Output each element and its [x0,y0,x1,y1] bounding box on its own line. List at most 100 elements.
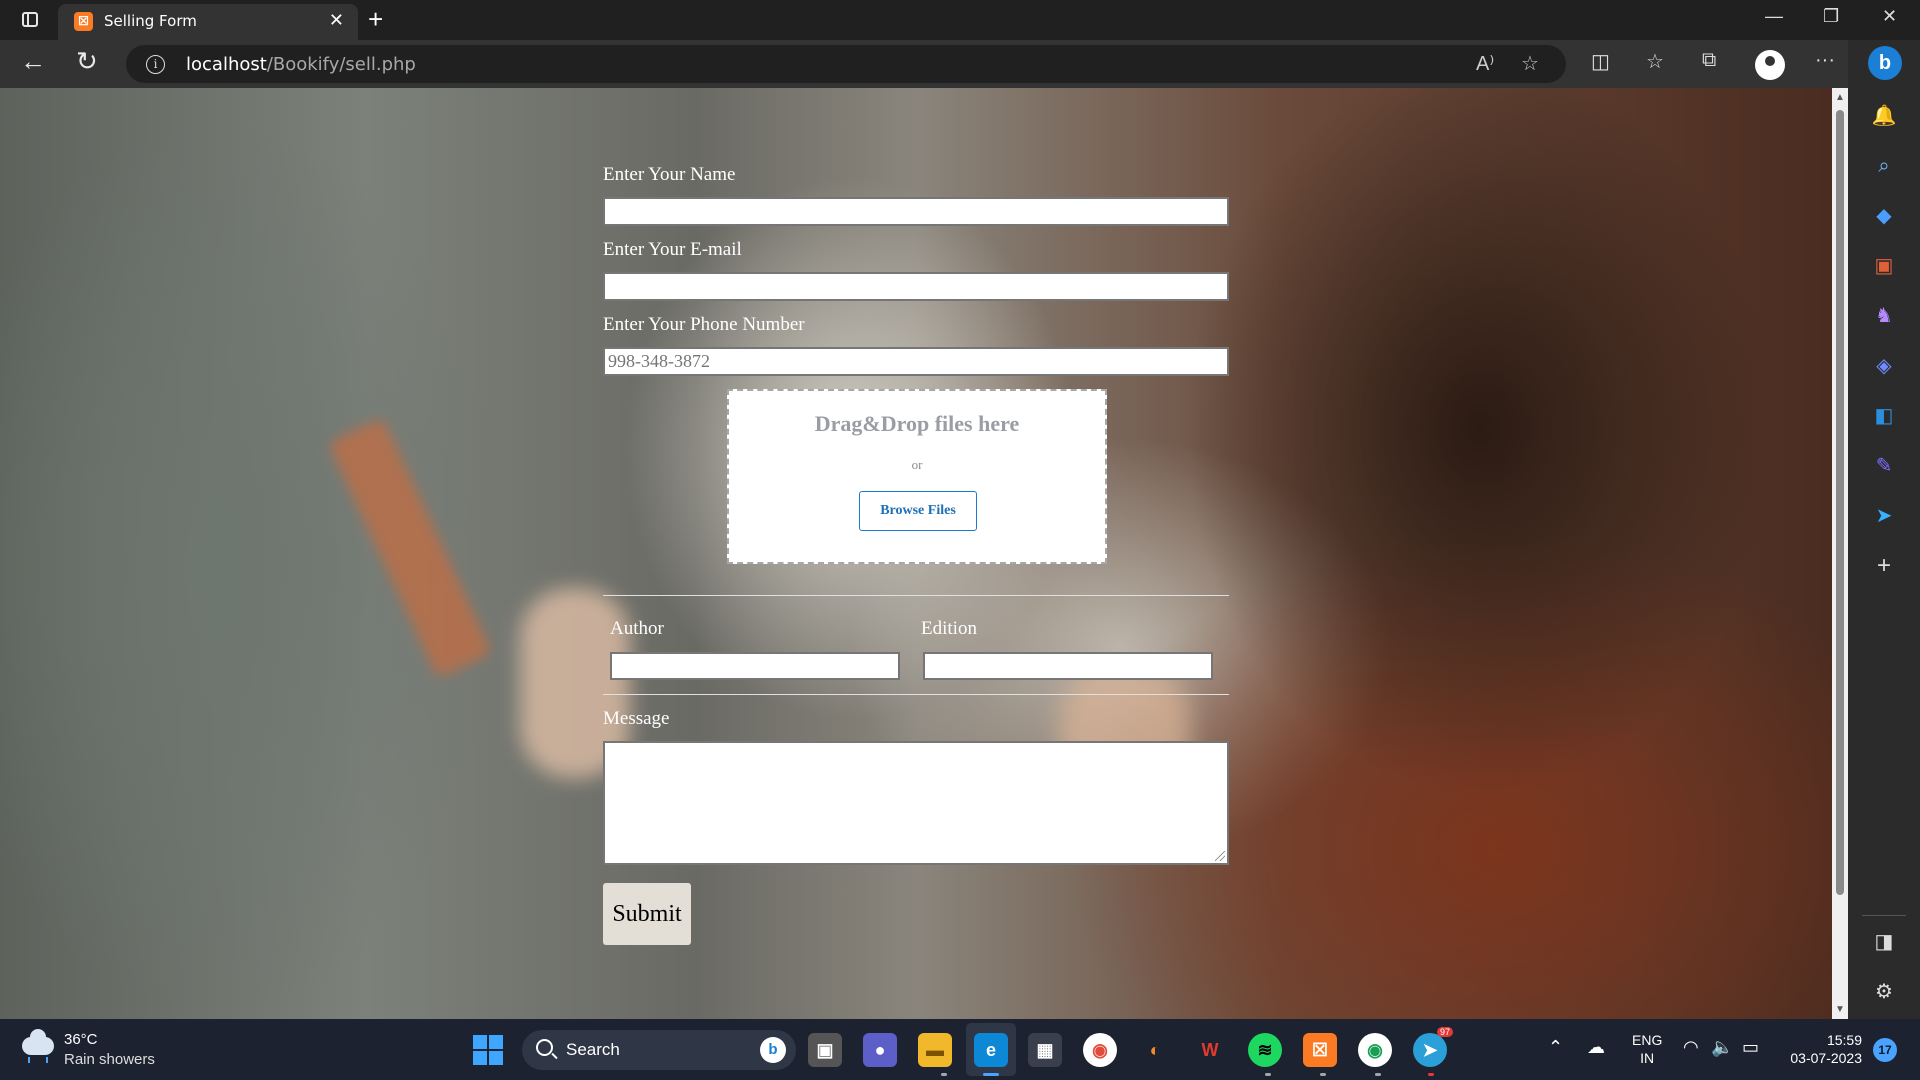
phone-input[interactable]: 998-348-3872 [603,347,1229,376]
scroll-thumb[interactable] [1836,110,1844,895]
wps-office-icon[interactable]: W [1193,1033,1227,1067]
divider-top [603,595,1229,596]
chrome-profile-icon[interactable]: ◉ [1358,1033,1392,1067]
email-label: Enter Your E-mail [603,239,742,260]
page-scrollbar[interactable]: ▲ ▼ [1832,88,1848,1019]
windows-taskbar: 36°C Rain showers Search b ▣ ● ▬ e ▦ ◉ ◐… [0,1019,1920,1080]
wifi-icon[interactable]: ◠ [1683,1037,1699,1058]
telegram-running-indicator [1428,1073,1434,1076]
submit-button[interactable]: Submit [603,883,691,945]
language-indicator[interactable]: ENG IN [1632,1031,1662,1067]
tab-bar: ☒ Selling Form ✕ + — ❐ ✕ [0,0,1920,40]
add-sidebar-app-icon[interactable]: + [1870,552,1898,580]
back-arrow-icon[interactable]: ← [20,46,46,77]
edge-running-indicator [983,1073,999,1076]
windows-start-icon[interactable] [473,1035,503,1065]
battery-icon[interactable]: ▭ [1742,1037,1759,1058]
url-text[interactable]: localhost/Bookify/sell.php [186,54,416,75]
weather-description[interactable]: Rain showers [64,1051,155,1068]
hide-sidebar-icon[interactable]: ◨ [1870,928,1898,956]
edition-input[interactable] [923,652,1213,680]
scroll-down-arrow-icon[interactable]: ▼ [1835,1004,1845,1015]
profile-avatar[interactable] [1755,50,1785,80]
telegram-icon[interactable]: ➤ [1413,1033,1447,1067]
task-view-icon[interactable]: ▣ [808,1033,842,1067]
refresh-icon[interactable]: ↻ [76,46,98,77]
file-explorer-icon[interactable]: ▬ [918,1033,952,1067]
bing-search-icon[interactable]: b [760,1037,786,1063]
new-tab-button[interactable]: + [368,4,383,35]
taskbar-search[interactable]: Search b [522,1030,796,1070]
close-window-button[interactable]: ✕ [1882,6,1897,27]
address-bar[interactable]: i localhost/Bookify/sell.php A⁾ ☆ [126,45,1566,83]
chrome-running-indicator [1375,1073,1381,1076]
xampp-running-indicator [1320,1073,1326,1076]
site-info-icon[interactable]: i [146,55,165,74]
microsoft-365-icon[interactable]: ◈ [1870,352,1898,380]
collections-icon[interactable]: ⧉ [1702,49,1716,72]
chrome-icon[interactable]: ◉ [1083,1033,1117,1067]
search-icon [536,1039,553,1056]
volume-icon[interactable]: 🔈 [1711,1037,1733,1058]
onedrive-cloud-icon[interactable]: ☁ [1587,1037,1605,1058]
eclipse-icon[interactable]: ◐ [1138,1033,1172,1067]
xampp-icon[interactable]: ☒ [1303,1033,1337,1067]
file-dropzone[interactable]: Drag&Drop files here or Browse Files [727,389,1107,564]
resize-grip-icon[interactable] [1215,851,1225,861]
show-hidden-icons-chevron-icon[interactable]: ⌃ [1548,1037,1563,1058]
scroll-up-arrow-icon[interactable]: ▲ [1835,92,1845,103]
minimize-button[interactable]: — [1765,6,1783,27]
read-aloud-icon[interactable]: A⁾ [1476,51,1494,76]
spotify-running-indicator [1265,1073,1271,1076]
tab-actions-icon[interactable] [16,8,44,32]
restore-button[interactable]: ❐ [1823,6,1839,27]
message-textarea[interactable] [603,741,1229,865]
name-label: Enter Your Name [603,164,736,185]
tools-briefcase-icon[interactable]: ▣ [1870,252,1898,280]
notification-center-badge[interactable]: 17 [1873,1038,1897,1062]
telegram-badge: 97 [1437,1027,1454,1037]
search-label: Search [566,1040,620,1059]
more-menu-icon[interactable]: ··· [1815,49,1835,72]
close-tab-icon[interactable]: ✕ [329,10,344,31]
edge-browser-icon[interactable]: e [974,1033,1008,1067]
drop-send-icon[interactable]: ➤ [1870,502,1898,530]
browser-toolbar: ← ↻ i localhost/Bookify/sell.php A⁾ ☆ ◫ … [0,40,1920,88]
background-book-edge [327,417,493,679]
tab-selling-form[interactable]: ☒ Selling Form ✕ [58,4,358,40]
outlook-icon[interactable]: ◧ [1870,402,1898,430]
weather-rain-icon[interactable] [22,1029,56,1063]
tab-title: Selling Form [104,12,197,30]
name-input[interactable] [603,197,1229,226]
spotify-icon[interactable]: ≋ [1248,1033,1282,1067]
phone-placeholder: 998-348-3872 [608,351,710,371]
designer-icon[interactable]: ✎ [1870,452,1898,480]
xampp-favicon-icon: ☒ [74,12,93,31]
author-label: Author [610,618,664,639]
split-screen-icon[interactable]: ◫ [1591,49,1610,74]
favorite-star-icon[interactable]: ☆ [1521,51,1539,76]
teams-chat-icon[interactable]: ● [863,1033,897,1067]
message-label: Message [603,708,670,729]
author-input[interactable] [610,652,900,680]
search-icon[interactable]: ⌕ [1870,152,1898,180]
dropzone-or: or [911,457,923,472]
notification-bell-icon[interactable]: 🔔 [1870,102,1898,130]
page-background: Enter Your Name Enter Your E-mail Enter … [0,88,1832,1019]
edition-label: Edition [921,618,977,639]
microsoft-store-icon[interactable]: ▦ [1028,1033,1062,1067]
bing-copilot-icon[interactable]: b [1868,46,1902,80]
browse-files-button[interactable]: Browse Files [859,491,977,531]
sidebar-divider [1862,915,1906,916]
sidebar-settings-icon[interactable]: ⚙ [1870,978,1898,1006]
phone-label: Enter Your Phone Number [603,314,805,335]
edge-sidebar: b 🔔 ⌕ ◆ ▣ ♞ ◈ ◧ ✎ ➤ + ◨ ⚙ [1848,40,1920,1019]
email-input[interactable] [603,272,1229,301]
divider-bottom [603,694,1229,695]
shopping-tag-icon[interactable]: ◆ [1870,202,1898,230]
temperature[interactable]: 36°C [64,1031,98,1048]
system-clock[interactable]: 15:59 03-07-2023 [1780,1031,1862,1067]
games-icon[interactable]: ♞ [1870,302,1898,330]
favorites-icon[interactable]: ☆ [1646,49,1664,74]
explorer-running-indicator [941,1073,947,1076]
